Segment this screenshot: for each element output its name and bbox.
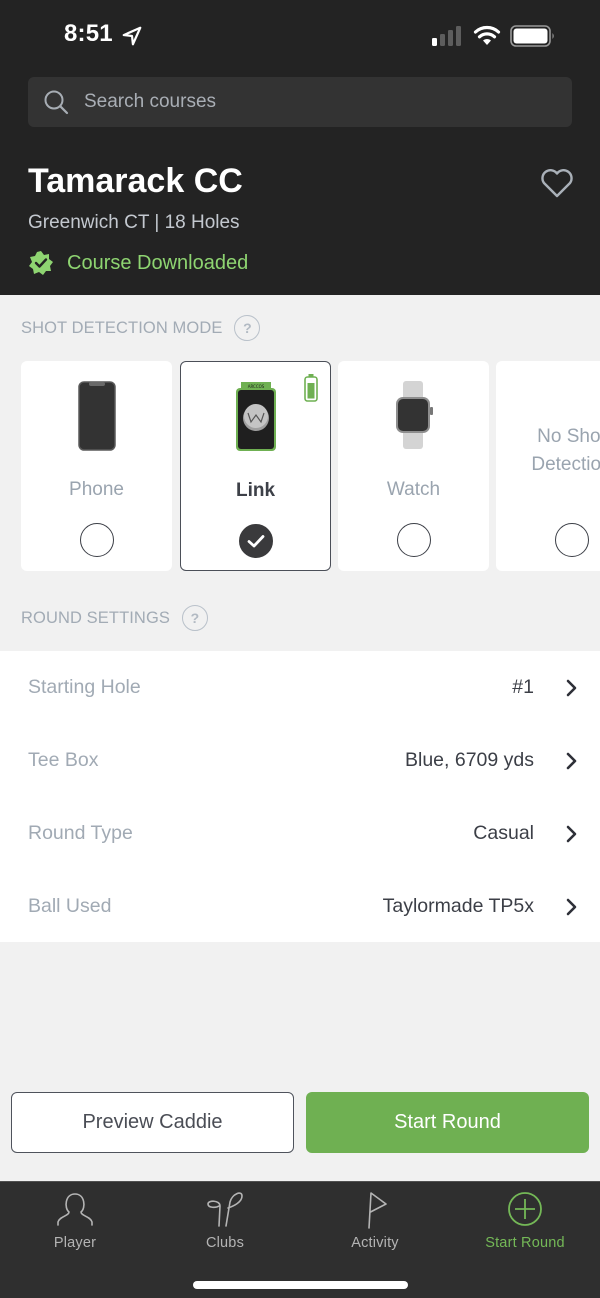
label-line-1: No Shot — [537, 426, 600, 447]
detection-option-watch[interactable]: Watch — [338, 361, 489, 571]
verified-badge-icon — [29, 251, 53, 275]
tab-label: Clubs — [205, 1235, 245, 1251]
battery-icon — [510, 25, 554, 47]
watch-icon — [395, 381, 433, 449]
home-indicator[interactable] — [193, 1281, 408, 1289]
battery-level-icon — [304, 374, 318, 402]
radio-checked[interactable] — [238, 524, 273, 558]
flag-icon — [368, 1192, 387, 1229]
search-bar[interactable] — [28, 77, 572, 127]
clubs-icon — [207, 1192, 243, 1227]
setting-label: Tee Box — [28, 749, 99, 771]
radio-unchecked[interactable] — [79, 523, 114, 557]
phone-icon — [77, 381, 116, 451]
heart-outline-icon[interactable] — [540, 168, 574, 198]
course-subtitle: Greenwich CT | 18 Holes — [28, 212, 240, 233]
detection-option-label: Link — [235, 480, 276, 501]
status-bar: 8:51 — [0, 0, 600, 70]
tab-clubs[interactable]: Clubs — [150, 1188, 300, 1256]
search-input[interactable] — [84, 91, 524, 113]
detection-option-label: Phone — [69, 479, 124, 500]
setting-label: Ball Used — [28, 895, 112, 917]
detection-option-label: No Shot Detection — [496, 423, 600, 479]
wifi-icon — [473, 25, 501, 45]
checkmark-icon — [247, 535, 264, 548]
shot-detection-title: SHOT DETECTION MODE — [21, 318, 223, 337]
detection-option-label: Watch — [386, 479, 441, 500]
tab-player[interactable]: Player — [0, 1188, 150, 1256]
setting-row-round-type[interactable]: Round Type Casual — [0, 797, 600, 870]
setting-label: Round Type — [28, 822, 133, 844]
tab-label: Player — [53, 1235, 97, 1251]
course-name: Tamarack CC — [28, 162, 243, 200]
location-arrow-icon — [122, 26, 142, 46]
tab-label: Activity — [351, 1235, 399, 1251]
setting-label: Starting Hole — [28, 676, 141, 698]
round-settings-list: Starting Hole #1 Tee Box Blue, 6709 yds … — [0, 651, 600, 942]
status-time: 8:51 — [64, 20, 113, 47]
radio-unchecked[interactable] — [554, 523, 589, 557]
chevron-right-icon — [566, 752, 577, 769]
arccos-link-icon: ARCCOS — [235, 382, 276, 451]
setting-value: #1 — [512, 676, 534, 698]
chevron-right-icon — [566, 825, 577, 842]
tab-activity[interactable]: Activity — [300, 1188, 450, 1256]
radio-unchecked[interactable] — [396, 523, 431, 557]
detection-option-link[interactable]: ARCCOS Link — [180, 361, 331, 571]
detection-option-none[interactable]: No Shot Detection — [496, 361, 600, 571]
tab-bar: Player Clubs Activity Start Round — [0, 1181, 600, 1298]
course-header: 8:51 Tamarack CC Greenwich C — [0, 0, 600, 295]
download-status-text: Course Downloaded — [67, 251, 249, 274]
plus-circle-icon — [508, 1192, 542, 1226]
cellular-signal-icon — [432, 26, 461, 46]
round-settings-header: ROUND SETTINGS ? — [21, 605, 208, 631]
detection-option-phone[interactable]: Phone — [21, 361, 172, 571]
search-icon — [44, 90, 69, 115]
setting-row-starting-hole[interactable]: Starting Hole #1 — [0, 651, 600, 724]
preview-caddie-button[interactable]: Preview Caddie — [11, 1092, 294, 1153]
download-status: Course Downloaded — [28, 250, 248, 276]
setting-value: Casual — [473, 822, 534, 844]
chevron-right-icon — [566, 679, 577, 696]
shot-detection-header: SHOT DETECTION MODE ? — [21, 315, 261, 341]
help-icon[interactable]: ? — [234, 315, 261, 341]
round-settings-title: ROUND SETTINGS — [21, 608, 170, 627]
setting-value: Taylormade TP5x — [382, 895, 534, 917]
label-line-2: Detection — [531, 454, 600, 475]
start-round-button[interactable]: Start Round — [306, 1092, 589, 1153]
help-icon[interactable]: ? — [182, 605, 208, 631]
detection-mode-options: Phone ARCCOS Link Watch No Shot Detectio — [21, 361, 600, 571]
setting-row-tee-box[interactable]: Tee Box Blue, 6709 yds — [0, 724, 600, 797]
player-icon — [57, 1193, 93, 1226]
chevron-right-icon — [566, 898, 577, 915]
setting-row-ball-used[interactable]: Ball Used Taylormade TP5x — [0, 870, 600, 943]
setting-value: Blue, 6709 yds — [404, 749, 534, 771]
tab-start-round[interactable]: Start Round — [450, 1188, 600, 1256]
tab-label: Start Round — [485, 1235, 565, 1251]
